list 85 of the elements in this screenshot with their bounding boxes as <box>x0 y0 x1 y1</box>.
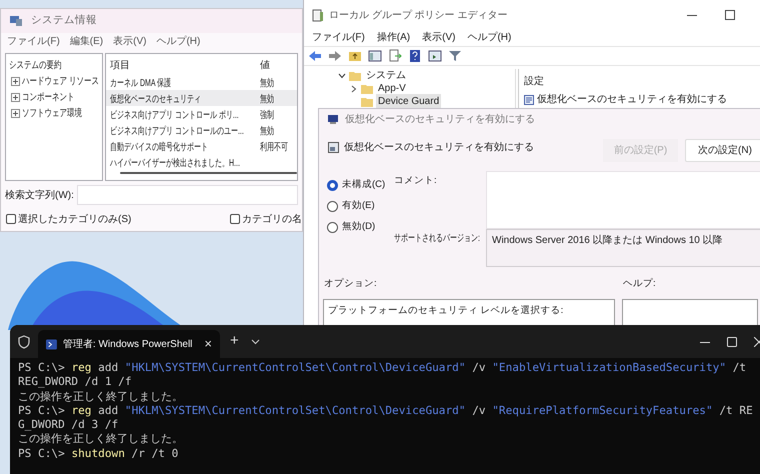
table-cell-text: 自動デバイスの暗号化サポート <box>110 140 208 155</box>
table-row[interactable]: ハイパーバイザーが検出されました。H... <box>106 154 297 170</box>
table-cell-text: 無効 <box>260 92 274 107</box>
search-field[interactable] <box>76 185 298 205</box>
dialog-heading: 仮想化ベースのセキュリティを有効にする <box>344 140 534 155</box>
menu-item[interactable]: 表示(V) <box>113 34 146 48</box>
terminal-line: G_DWORD /d 3 /f <box>18 418 120 432</box>
tree-item[interactable]: コンポーネント <box>22 90 74 105</box>
tree-item[interactable]: ハードウェア リソース <box>22 74 100 89</box>
table-row[interactable]: ビジネス向けアプリ コントロール ポリ... 強制 <box>106 106 297 122</box>
forward-arrow-icon <box>328 49 342 63</box>
table-cell-text: 利用不可 <box>260 140 288 155</box>
radio-button[interactable]: 有効(E) <box>327 199 394 213</box>
dialog-button[interactable]: 次の設定(N) <box>685 139 760 162</box>
close-icon <box>754 336 760 346</box>
terminal-line: REG_DWORD /d 1 /f <box>18 375 133 390</box>
help-icon <box>408 49 422 63</box>
policy-icon <box>312 8 324 22</box>
tree-item[interactable]: システム <box>364 68 408 83</box>
dialog-title: 仮想化ベースのセキュリティを有効にする <box>345 112 535 126</box>
table-row[interactable]: 仮想化ベースのセキュリティ 無効 <box>106 90 297 106</box>
tree-item[interactable]: App-V <box>376 81 408 96</box>
window-title: システム情報 <box>31 13 97 28</box>
menu-item[interactable]: 操作(A) <box>376 30 410 44</box>
properties-icon <box>428 49 442 63</box>
close-tab-button[interactable]: × <box>204 334 212 354</box>
setting-icon <box>328 142 339 153</box>
column-header[interactable]: 項目 <box>110 58 260 73</box>
folder-icon <box>361 84 373 94</box>
folder-icon <box>349 70 361 80</box>
tree-item[interactable]: システムの要約 <box>9 58 62 73</box>
terminal-line: この操作を正しく終了しました。 <box>18 390 184 404</box>
terminal-line: この操作を正しく終了しました。 <box>18 432 184 447</box>
menu-item[interactable]: ヘルプ(H) <box>467 30 512 44</box>
table-row[interactable]: 自動デバイスの暗号化サポート 利用不可 <box>106 138 297 154</box>
column-header[interactable]: 値 <box>260 58 270 73</box>
powershell-icon <box>46 338 57 350</box>
table-cell-text: 無効 <box>260 76 274 91</box>
back-arrow-icon <box>308 49 322 63</box>
maximize-icon <box>725 10 735 20</box>
column-header[interactable]: 設定 <box>524 73 760 89</box>
terminal-line: PS C:\> shutdown /r /t 0 <box>18 446 180 462</box>
folder-up-icon <box>348 49 362 63</box>
setting-item[interactable]: 仮想化ベースのセキュリティを有効にする <box>537 92 727 107</box>
tree-item[interactable]: Device Guard <box>376 94 442 109</box>
table-cell-text: ビジネス向けアプリ コントロールのユー... <box>110 124 244 139</box>
menu-item[interactable]: ファイル(F) <box>312 30 365 44</box>
search-label: 検索文字列(W): <box>5 188 74 202</box>
computer-icon <box>9 15 23 27</box>
maximize-icon <box>727 336 737 346</box>
terminal-line: PS C:\> reg add "HKLM\SYSTEM\CurrentControlSet\Control\DeviceGuard" /v "EnableVirtualizationBasedSecurity" /t <box>18 361 748 376</box>
radio-button[interactable]: 無効(D) <box>327 220 394 234</box>
table-cell-text: ビジネス向けアプリ コントロール ポリ... <box>110 108 239 123</box>
scrollbar[interactable] <box>120 172 297 174</box>
policy-setting-icon <box>524 94 534 104</box>
table-cell-text: 無効 <box>260 124 274 139</box>
comment-field[interactable] <box>486 171 760 229</box>
options-label: オプション: <box>324 277 378 291</box>
menu-item[interactable]: ヘルプ(H) <box>156 34 200 48</box>
dropdown-chevron-icon <box>250 338 260 344</box>
checkbox[interactable]: カテゴリの名 <box>230 212 302 226</box>
help-label: ヘルプ: <box>623 277 656 291</box>
menu-item[interactable]: ファイル(F) <box>7 34 60 48</box>
shield-icon <box>18 334 30 348</box>
table-cell-text: 強制 <box>260 108 274 123</box>
menu-item[interactable]: 編集(E) <box>70 34 104 48</box>
menu-item[interactable]: 表示(V) <box>422 30 456 44</box>
checkbox[interactable]: 選択したカテゴリのみ(S) <box>6 212 132 226</box>
window-title: ローカル グループ ポリシー エディター <box>329 8 508 22</box>
terminal-tab[interactable]: 管理者: Windows PowerShell × <box>38 330 220 358</box>
tree-item[interactable]: ソフトウェア環境 <box>22 106 82 121</box>
table-row[interactable]: カーネル DMA 保護 無効 <box>106 74 297 90</box>
table-cell-text: ハイパーバイザーが検出されました。H... <box>110 156 240 171</box>
console-tree-icon <box>368 49 382 63</box>
table-cell-text: 仮想化ベースのセキュリティ <box>110 92 201 107</box>
terminal-line: PS C:\> reg add "HKLM\SYSTEM\CurrentControlSet\Control\DeviceGuard" /v "RequirePlatformSecurityFeatures" /t RE <box>18 404 754 418</box>
export-list-icon <box>388 49 402 63</box>
table-row[interactable]: ビジネス向けアプリ コントロールのユー... 無効 <box>106 122 297 138</box>
supported-label: サポートされるバージョン: <box>394 232 480 246</box>
radio-button[interactable]: 未構成(C) <box>327 178 394 192</box>
new-tab-button[interactable]: + <box>230 330 239 353</box>
supported-version-field: Windows Server 2016 以降または Windows 10 以降 <box>486 229 760 267</box>
filter-icon <box>448 49 462 63</box>
table-cell-text: カーネル DMA 保護 <box>110 76 172 91</box>
comment-label: コメント: <box>394 174 438 188</box>
